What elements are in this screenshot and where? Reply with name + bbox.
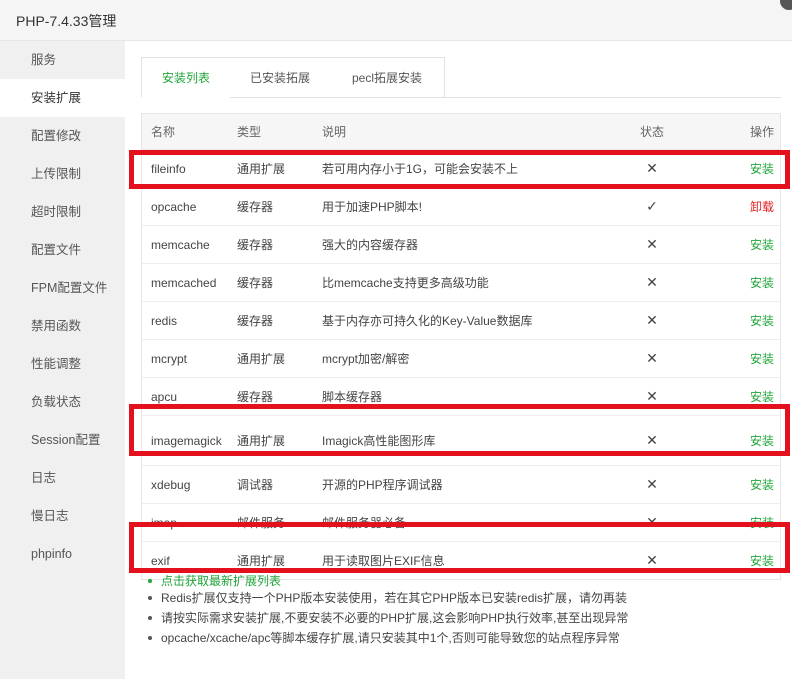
- install-button[interactable]: 安装: [732, 340, 774, 377]
- sidebar-item-config-edit[interactable]: 配置修改: [0, 117, 125, 155]
- table-row: xdebug 调试器 开源的PHP程序调试器 ✕ 安装: [142, 466, 780, 504]
- tab-installed-extensions[interactable]: 已安装拓展: [230, 57, 331, 97]
- ext-desc: mcrypt加密/解密: [322, 352, 410, 366]
- close-icon[interactable]: [780, 0, 792, 10]
- table-row: memcache 缓存器 强大的内容缓存器 ✕ 安装: [142, 226, 780, 264]
- status-x-icon: ✕: [646, 236, 658, 252]
- table-row: opcache 缓存器 用于加速PHP脚本! ✓ 卸载: [142, 188, 780, 226]
- status-x-icon: ✕: [646, 274, 658, 290]
- sidebar-item-timeout-limit[interactable]: 超时限制: [0, 193, 125, 231]
- note-item: opcache/xcache/apc等脚本缓存扩展,请只安装其中1个,否则可能导…: [145, 628, 785, 648]
- highlight-box: [129, 404, 790, 456]
- sidebar-item-load-status[interactable]: 负载状态: [0, 383, 125, 421]
- ext-name: memcached: [151, 275, 217, 290]
- sidebar-item-disabled-functions[interactable]: 禁用函数: [0, 307, 125, 345]
- sidebar-item-config-file[interactable]: 配置文件: [0, 231, 125, 269]
- sidebar-item-performance[interactable]: 性能调整: [0, 345, 125, 383]
- header-desc: 说明: [322, 125, 347, 139]
- table-row: memcached 缓存器 比memcache支持更多高级功能 ✕ 安装: [142, 264, 780, 302]
- sidebar-item-fpm-config-file[interactable]: FPM配置文件: [0, 269, 125, 307]
- note-item: Redis扩展仅支持一个PHP版本安装使用，若在其它PHP版本已安装redis扩…: [145, 588, 785, 608]
- table-row: mcrypt 通用扩展 mcrypt加密/解密 ✕ 安装: [142, 340, 780, 378]
- notes-list: 点击获取最新扩展列表 Redis扩展仅支持一个PHP版本安装使用，若在其它PHP…: [145, 574, 785, 648]
- install-button[interactable]: 安装: [732, 466, 774, 503]
- status-x-icon: ✕: [646, 312, 658, 328]
- ext-type: 通用扩展: [237, 352, 286, 366]
- ext-type: 调试器: [237, 478, 274, 492]
- ext-type: 缓存器: [237, 314, 274, 328]
- sidebar-item-slow-log[interactable]: 慢日志: [0, 497, 125, 535]
- highlight-box: [129, 150, 790, 189]
- table-header: 名称 类型 说明 状态 操作: [142, 114, 780, 150]
- sidebar-item-log[interactable]: 日志: [0, 459, 125, 497]
- ext-name: mcrypt: [151, 351, 187, 366]
- status-check-icon: ✓: [646, 198, 658, 214]
- install-button[interactable]: 安装: [732, 302, 774, 339]
- tab-install-list[interactable]: 安装列表: [141, 57, 231, 97]
- sidebar: 服务 安装扩展 配置修改 上传限制 超时限制 配置文件 FPM配置文件 禁用函数…: [0, 41, 125, 679]
- status-x-icon: ✕: [646, 476, 658, 492]
- ext-desc: 强大的内容缓存器: [322, 238, 419, 252]
- refresh-extension-list-link[interactable]: 点击获取最新扩展列表: [145, 574, 785, 588]
- ext-name: xdebug: [151, 477, 191, 492]
- install-button[interactable]: 安装: [732, 264, 774, 301]
- header-op: 操作: [749, 125, 774, 139]
- ext-name: redis: [151, 313, 178, 328]
- highlight-box: [129, 522, 790, 573]
- ext-name: opcache: [151, 199, 197, 214]
- ext-type: 缓存器: [237, 238, 274, 252]
- sidebar-item-upload-limit[interactable]: 上传限制: [0, 155, 125, 193]
- header-status: 状态: [639, 125, 664, 139]
- sidebar-item-install-extensions[interactable]: 安装扩展: [0, 79, 125, 117]
- ext-desc: 用于加速PHP脚本!: [322, 200, 423, 214]
- ext-desc: 比memcache支持更多高级功能: [322, 276, 489, 290]
- title-bar: PHP-7.4.33管理: [0, 0, 792, 41]
- ext-desc: 开源的PHP程序调试器: [322, 478, 443, 492]
- note-item: 请按实际需求安装扩展,不要安装不必要的PHP扩展,这会影响PHP执行效率,甚至出…: [145, 608, 785, 628]
- install-button[interactable]: 安装: [732, 226, 774, 263]
- ext-type: 缓存器: [237, 276, 274, 290]
- header-type: 类型: [237, 125, 262, 139]
- tab-divider: [230, 97, 781, 98]
- status-x-icon: ✕: [646, 350, 658, 366]
- tab-pecl-install[interactable]: pecl拓展安装: [330, 57, 445, 97]
- table-row: redis 缓存器 基于内存亦可持久化的Key-Value数据库 ✕ 安装: [142, 302, 780, 340]
- ext-type: 缓存器: [237, 200, 274, 214]
- sidebar-item-session-config[interactable]: Session配置: [0, 421, 125, 459]
- sidebar-item-phpinfo[interactable]: phpinfo: [0, 535, 125, 573]
- uninstall-button[interactable]: 卸载: [732, 188, 774, 225]
- ext-name: memcache: [151, 237, 210, 252]
- sidebar-item-service[interactable]: 服务: [0, 41, 125, 79]
- window-title: PHP-7.4.33管理: [16, 13, 117, 29]
- header-name: 名称: [151, 125, 176, 139]
- ext-desc: 基于内存亦可持久化的Key-Value数据库: [322, 314, 533, 328]
